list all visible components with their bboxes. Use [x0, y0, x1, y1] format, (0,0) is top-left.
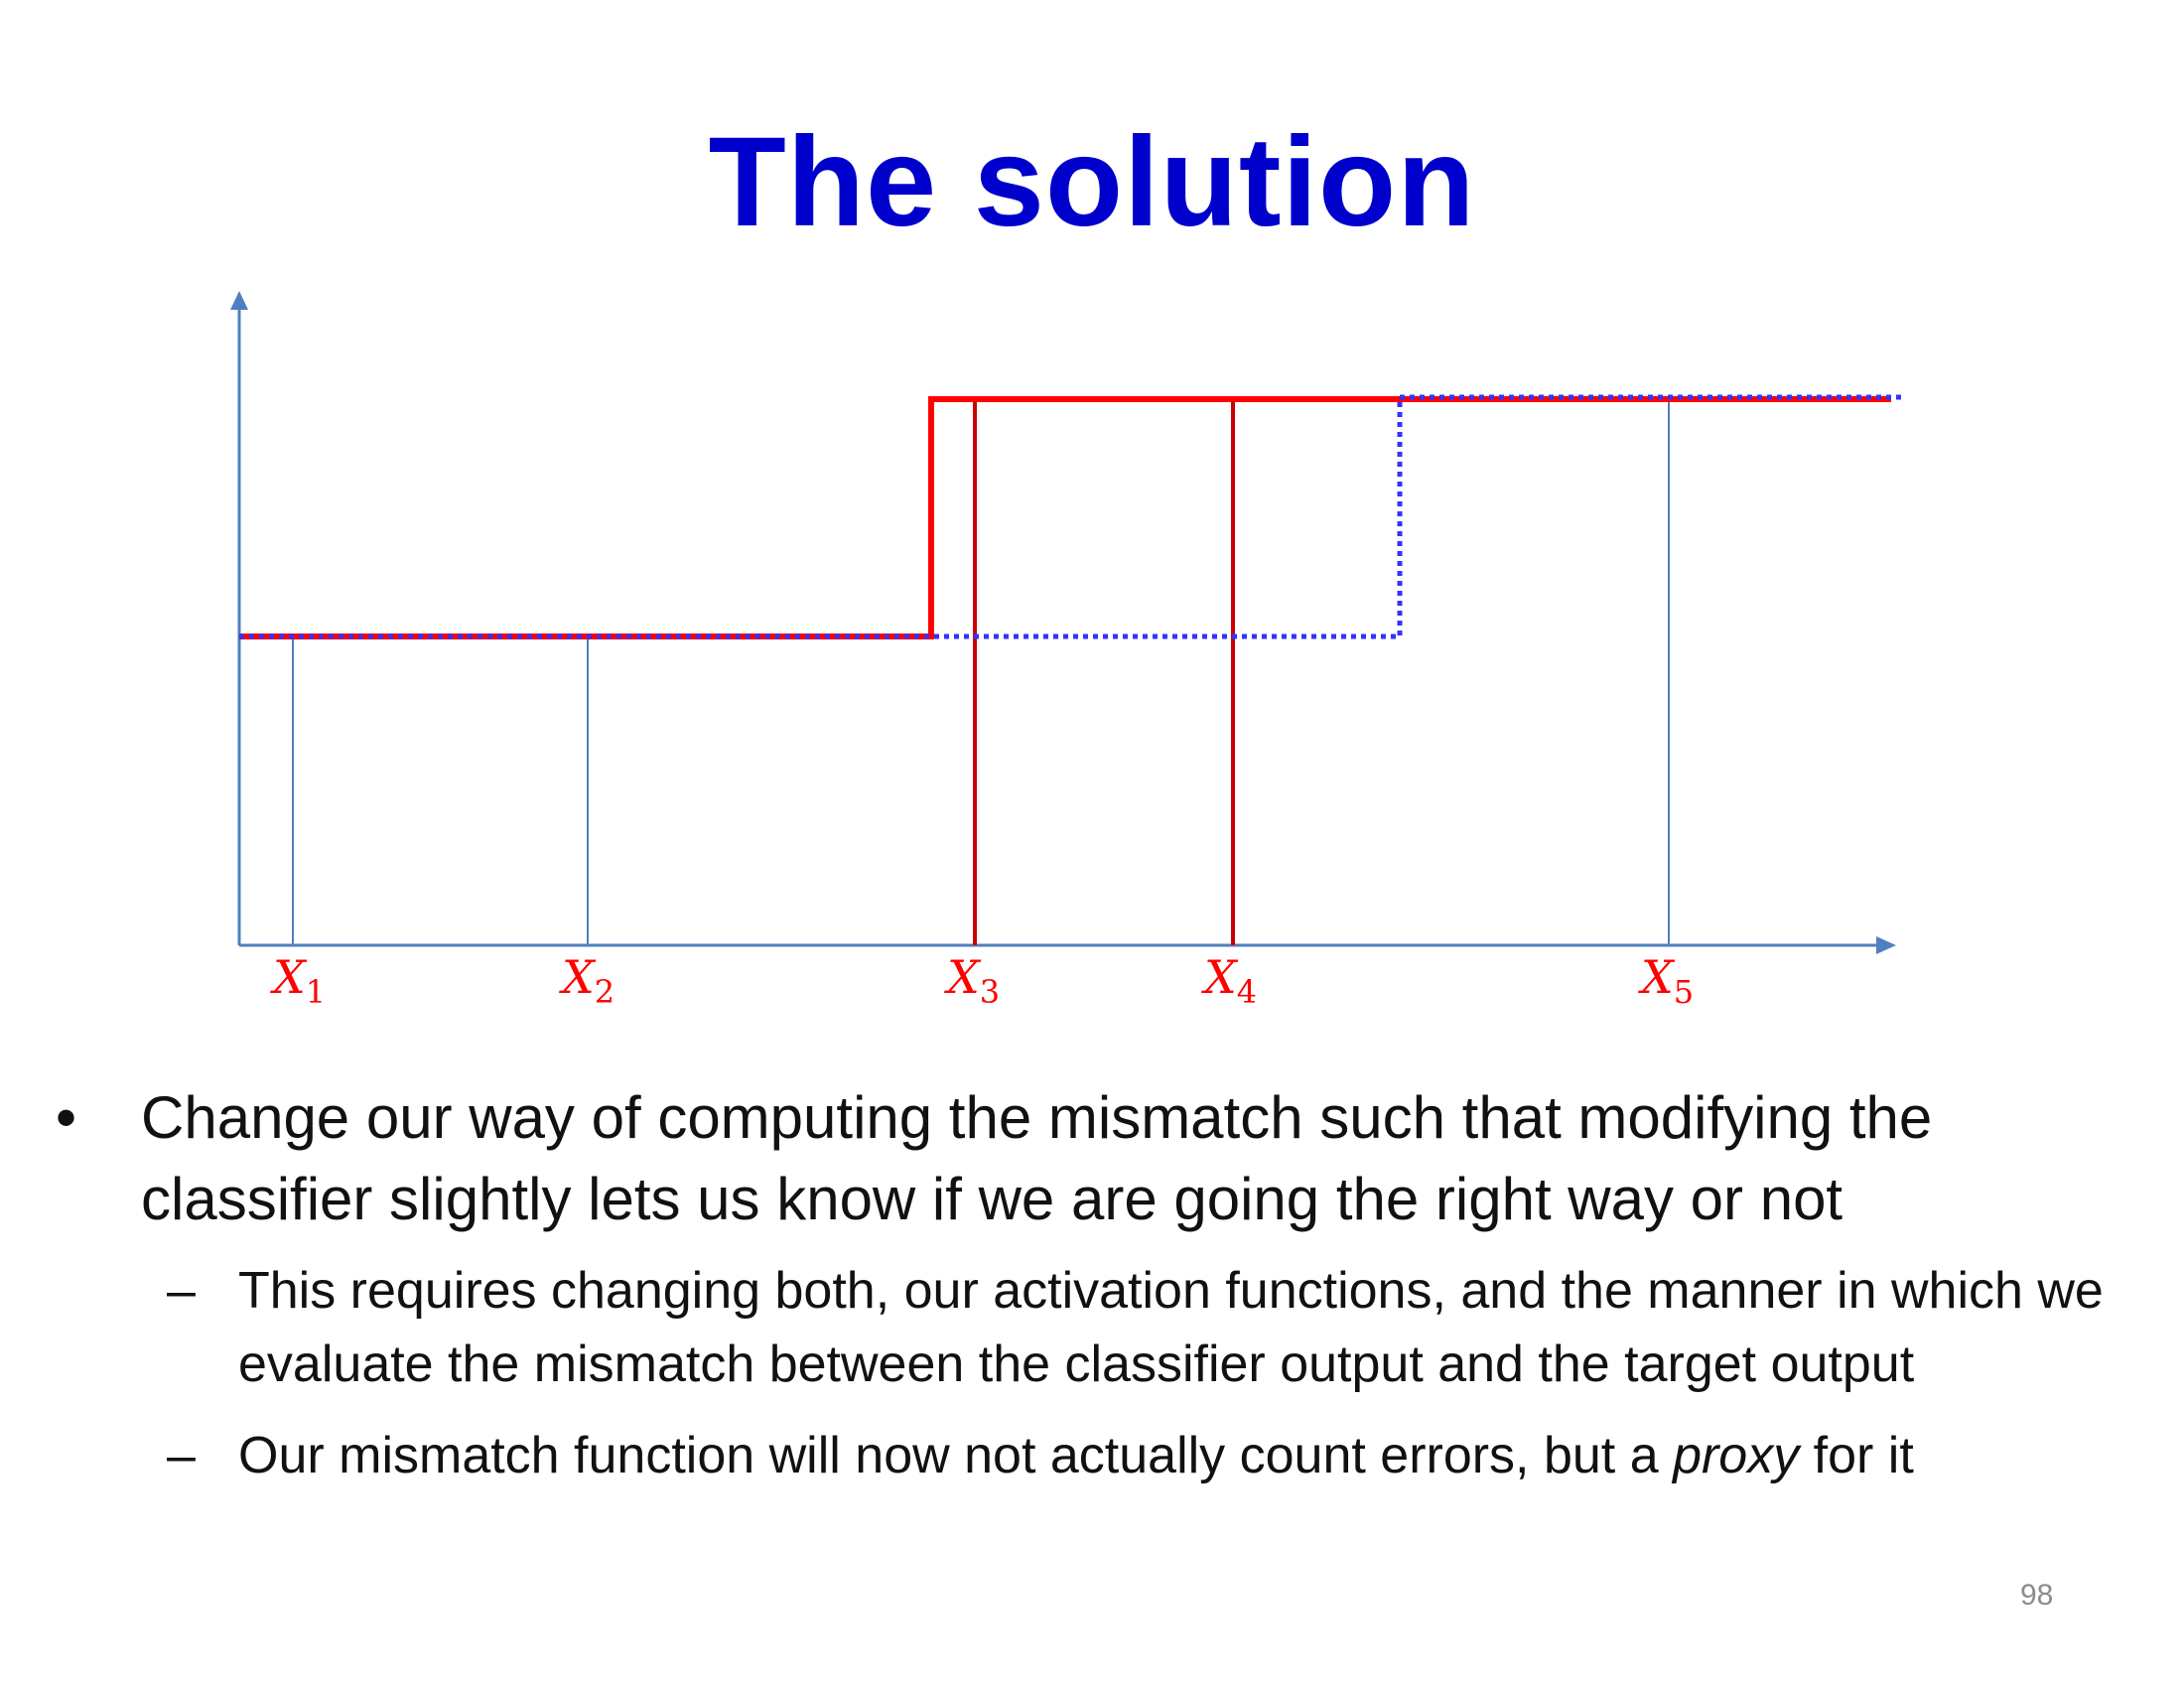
- bullet-sub-2: – Our mismatch function will now not act…: [56, 1419, 2140, 1492]
- bullet-dot-icon: •: [56, 1084, 77, 1151]
- x-label-4: X4: [1201, 950, 1257, 1011]
- bullet-sub-2-text: Our mismatch function will now not actua…: [238, 1427, 1914, 1484]
- dash-icon: –: [167, 1427, 196, 1484]
- red-step-function: [239, 396, 1891, 639]
- bullet-sub-1: – This requires changing both, our activ…: [56, 1254, 2140, 1401]
- dash-icon: –: [167, 1262, 196, 1320]
- x-label-1: X1: [270, 950, 326, 1011]
- x-label-2: X2: [559, 950, 614, 1011]
- bullet-main-text: Change our way of computing the mismatch…: [141, 1084, 1933, 1232]
- bullet-main: • Change our way of computing the mismat…: [56, 1077, 2140, 1240]
- x-label-5: X5: [1638, 950, 1694, 1011]
- page-number: 98: [2020, 1579, 2054, 1612]
- proxy-emphasis: proxy: [1673, 1427, 1800, 1484]
- y-axis-arrowhead: [230, 291, 248, 310]
- bullet-list: • Change our way of computing the mismat…: [56, 1077, 2140, 1492]
- bullet-sub-1-text: This requires changing both, our activat…: [238, 1262, 2104, 1393]
- step-function-diagram: X1 X2 X3 X4 X5: [230, 291, 1906, 1011]
- x-label-3: X3: [944, 950, 1000, 1011]
- blue-dotted-step-function: [239, 394, 1906, 639]
- x-axis-arrowhead: [1876, 936, 1896, 954]
